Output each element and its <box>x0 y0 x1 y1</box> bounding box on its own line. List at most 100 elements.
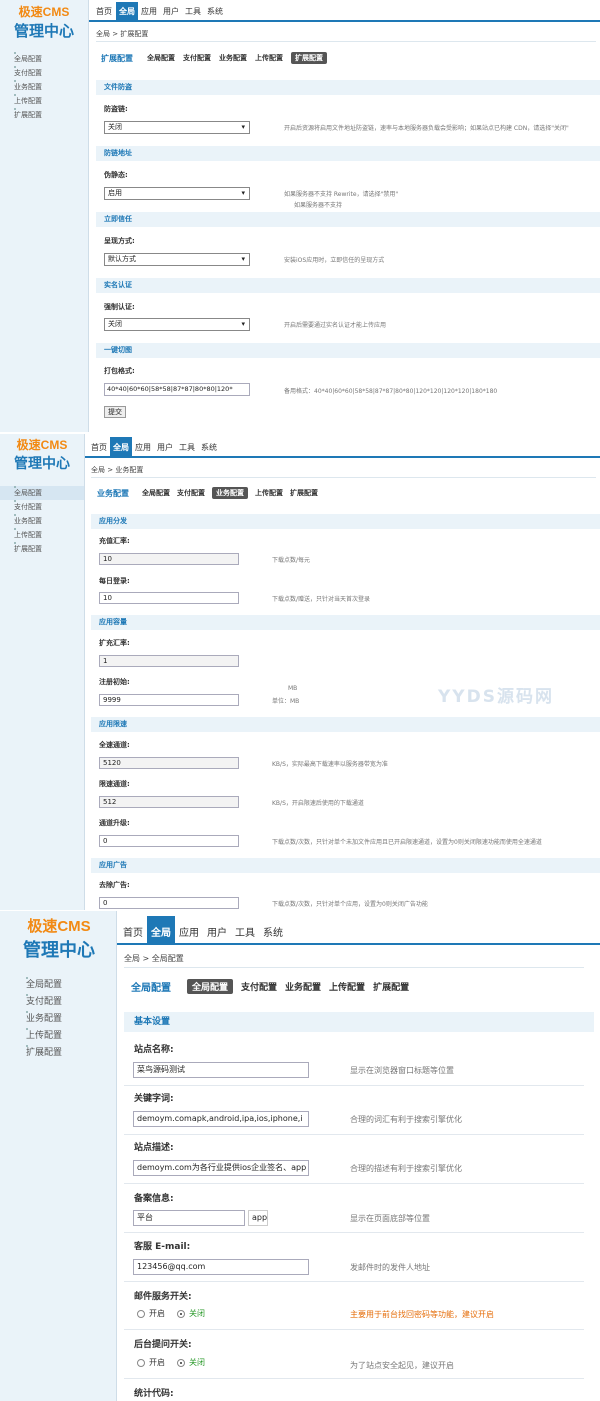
tab-extension[interactable]: 扩展配置 <box>290 488 318 498</box>
nav-apps[interactable]: 应用 <box>132 442 154 456</box>
input-email[interactable]: 123456@qq.com <box>133 1259 309 1275</box>
logo: 极速CMS 管理中心 <box>14 438 70 471</box>
tab-upload[interactable]: 上传配置 <box>255 488 283 498</box>
label-stats-code: 统计代码: <box>134 1389 174 1399</box>
input-recharge-rate[interactable]: 10 <box>99 553 239 565</box>
sidebar: 极速CMS 管理中心 全局配置 支付配置 业务配置 上传配置 扩展配置 <box>0 434 85 910</box>
radio-mail-on[interactable]: 开启 <box>137 1308 165 1319</box>
sidebar-item-extension[interactable]: 扩展配置 <box>0 108 88 122</box>
radio-mail-off[interactable]: 关闭 <box>177 1308 205 1319</box>
input-icp[interactable]: 平台 <box>133 1210 245 1226</box>
tab-extension[interactable]: 扩展配置 <box>291 52 327 64</box>
input-site-desc[interactable]: demoym.com为各行业提供ios企业签名、app <box>133 1160 309 1176</box>
sidebar-item-business[interactable]: 业务配置 <box>0 514 84 528</box>
tab-business[interactable]: 业务配置 <box>219 53 247 63</box>
input-full-speed[interactable]: 5120 <box>99 757 239 769</box>
section-capacity: 应用容量 <box>91 615 600 630</box>
sidebar-item-global[interactable]: 全局配置 <box>0 486 84 500</box>
input-limited-speed[interactable]: 512 <box>99 796 239 808</box>
tab-payment[interactable]: 支付配置 <box>241 980 277 993</box>
nav-users[interactable]: 用户 <box>154 442 176 456</box>
hint-rewrite: 如果服务器不支持 Rewrite，请选择"禁用" <box>284 191 399 198</box>
sidebar-item-extension[interactable]: 扩展配置 <box>0 1045 116 1062</box>
nav-global[interactable]: 全局 <box>147 916 175 943</box>
sidebar-item-global[interactable]: 全局配置 <box>0 977 116 994</box>
sidebar-item-payment[interactable]: 支付配置 <box>0 500 84 514</box>
tab-business[interactable]: 业务配置 <box>212 487 248 499</box>
tab-upload[interactable]: 上传配置 <box>329 980 365 993</box>
nav-apps[interactable]: 应用 <box>175 924 203 943</box>
nav-home[interactable]: 首页 <box>88 442 110 456</box>
sidebar-item-global[interactable]: 全局配置 <box>0 52 88 66</box>
config-tabs: 扩展配置 全局配置 支付配置 业务配置 上传配置 扩展配置 <box>101 52 327 64</box>
nav-users[interactable]: 用户 <box>203 924 231 943</box>
label-admin-question: 后台提问开关: <box>134 1340 192 1350</box>
nav-apps[interactable]: 应用 <box>138 6 160 20</box>
input-register-initial[interactable]: 9999 <box>99 694 239 706</box>
input-channel-upgrade[interactable]: 0 <box>99 835 239 847</box>
top-nav: 首页 全局 应用 用户 工具 系统 <box>117 911 600 945</box>
nav-users[interactable]: 用户 <box>160 6 182 20</box>
tab-payment[interactable]: 支付配置 <box>177 488 205 498</box>
sidebar-item-upload[interactable]: 上传配置 <box>0 94 88 108</box>
breadcrumb: 全局 > 扩展配置 <box>96 27 596 42</box>
label-icp: 备案信息: <box>134 1194 174 1204</box>
nav-home[interactable]: 首页 <box>92 6 116 20</box>
input-daily-login[interactable]: 10 <box>99 592 239 604</box>
chevron-down-icon: ▾ <box>241 123 245 131</box>
section-distribution: 应用分发 <box>91 514 600 529</box>
chevron-down-icon: ▾ <box>241 255 245 263</box>
radio-question-off[interactable]: 关闭 <box>177 1357 205 1368</box>
select-rewrite[interactable]: 启用 ▾ <box>104 187 250 200</box>
nav-home[interactable]: 首页 <box>119 924 147 943</box>
nav-system[interactable]: 系统 <box>198 442 220 456</box>
sidebar-item-upload[interactable]: 上传配置 <box>0 528 84 542</box>
logo: 极速CMS 管理中心 <box>23 918 95 960</box>
tab-payment[interactable]: 支付配置 <box>183 53 211 63</box>
screen-global-config: 极速CMS 管理中心 全局配置 支付配置 业务配置 上传配置 扩展配置 首页 全… <box>0 911 600 1401</box>
sidebar-item-payment[interactable]: 支付配置 <box>0 66 88 80</box>
hint-recharge-rate: 下载点数/每元 <box>272 557 311 564</box>
sidebar-item-upload[interactable]: 上传配置 <box>0 1028 116 1045</box>
input-icp-suffix[interactable]: app <box>248 1210 268 1226</box>
nav-tools[interactable]: 工具 <box>176 442 198 456</box>
sidebar: 极速CMS 管理中心 全局配置 支付配置 业务配置 上传配置 扩展配置 <box>0 911 117 1401</box>
tab-global[interactable]: 全局配置 <box>147 53 175 63</box>
hint-admin-question: 为了站点安全起见，建议开启 <box>350 1361 454 1370</box>
tab-business[interactable]: 业务配置 <box>285 980 321 993</box>
tab-extension[interactable]: 扩展配置 <box>373 980 409 993</box>
sidebar-item-extension[interactable]: 扩展配置 <box>0 542 84 556</box>
radio-question-on[interactable]: 开启 <box>137 1357 165 1368</box>
nav-global[interactable]: 全局 <box>110 437 132 456</box>
input-keywords[interactable]: demoym.comapk,android,ipa,ios,iphone,i <box>133 1111 309 1127</box>
input-remove-ads[interactable]: 0 <box>99 897 239 909</box>
input-pack-format[interactable]: 40*40|60*60|58*58|87*87|80*80|120* <box>104 383 250 396</box>
tabs-title: 扩展配置 <box>101 53 133 63</box>
label-limited-speed: 限速通道: <box>99 780 130 788</box>
sidebar-item-business[interactable]: 业务配置 <box>0 1011 116 1028</box>
nav-tools[interactable]: 工具 <box>231 924 259 943</box>
nav-global[interactable]: 全局 <box>116 2 138 20</box>
nav-system[interactable]: 系统 <box>204 6 226 20</box>
tab-global[interactable]: 全局配置 <box>187 979 234 994</box>
chevron-down-icon: ▾ <box>241 320 245 328</box>
input-site-name[interactable]: 菜鸟源码测试 <box>133 1062 309 1078</box>
select-force-auth[interactable]: 关闭 ▾ <box>104 318 250 331</box>
sidebar-item-payment[interactable]: 支付配置 <box>0 994 116 1011</box>
sidebar-menu: 全局配置 支付配置 业务配置 上传配置 扩展配置 <box>0 52 88 122</box>
tab-global[interactable]: 全局配置 <box>142 488 170 498</box>
input-expand-rate[interactable]: 1 <box>99 655 239 667</box>
sidebar: 极速CMS 管理中心 全局配置 支付配置 业务配置 上传配置 扩展配置 <box>0 0 89 432</box>
select-antileech[interactable]: 关闭 ▾ <box>104 121 250 134</box>
logo: 极速CMS 管理中心 <box>13 5 74 40</box>
nav-tools[interactable]: 工具 <box>182 6 204 20</box>
select-trust-mode[interactable]: 默认方式 ▾ <box>104 253 250 266</box>
nav-system[interactable]: 系统 <box>259 924 287 943</box>
hint-channel-upgrade: 下载点数/次数，只针对单个未加文件应用且已开启限速通道，设置为0则关闭限速功能而… <box>272 839 542 846</box>
tab-upload[interactable]: 上传配置 <box>255 53 283 63</box>
hint-site-name: 显示在浏览器窗口标题等位置 <box>350 1066 454 1075</box>
label-full-speed: 全速通道: <box>99 741 130 749</box>
hint-remove-ads: 下载点数/次数，只针对单个应用，设置为0则关闭广告功能 <box>272 901 428 908</box>
submit-button[interactable]: 提交 <box>104 406 126 418</box>
sidebar-item-business[interactable]: 业务配置 <box>0 80 88 94</box>
